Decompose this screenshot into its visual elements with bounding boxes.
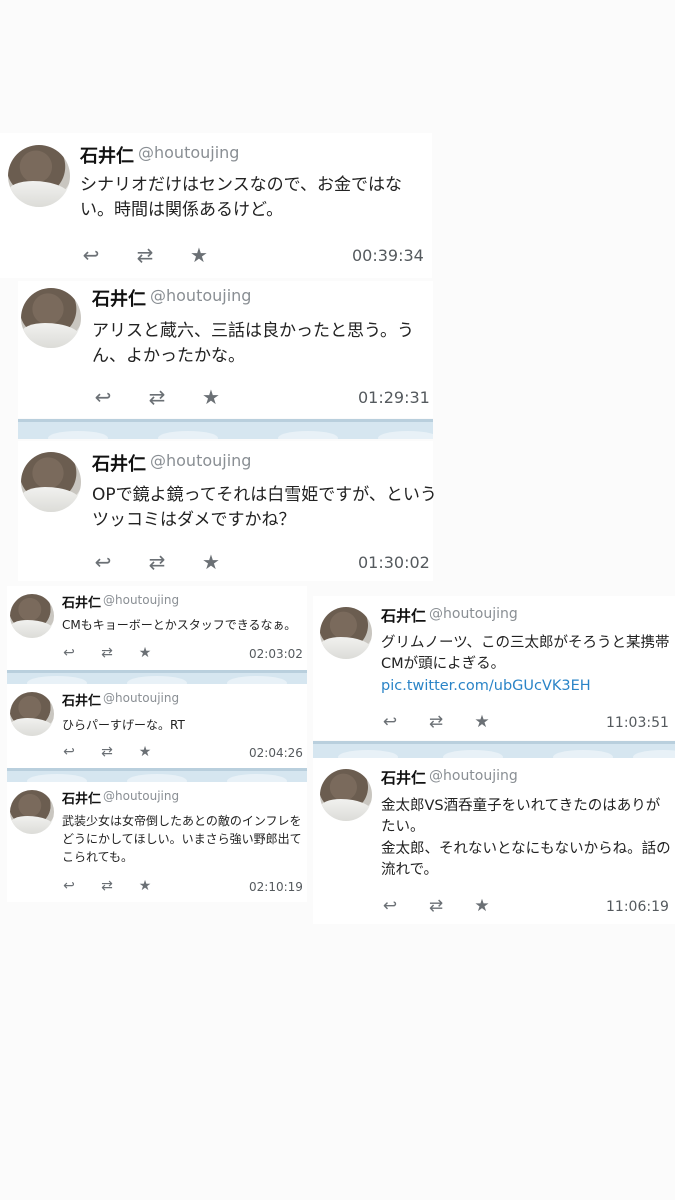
tweet-time: 02:04:26 bbox=[249, 746, 303, 760]
tweet-time: 02:10:19 bbox=[249, 880, 303, 894]
retweet-icon[interactable]: ⇄ bbox=[425, 896, 447, 916]
tweet-time: 11:06:19 bbox=[606, 899, 669, 915]
reply-icon[interactable]: ↩ bbox=[60, 744, 78, 760]
tweet-text: 武装少女は女帝倒したあとの敵のインフレをどうにかしてほしい。いまさら強い野郎出て… bbox=[62, 814, 302, 864]
tweet-actions: ↩ ⇄ ★ bbox=[90, 385, 224, 409]
user-handle[interactable]: @houtoujing bbox=[150, 451, 251, 470]
tweet-actions: ↩ ⇄ ★ bbox=[379, 896, 493, 916]
reply-icon[interactable]: ↩ bbox=[90, 385, 116, 409]
user-name[interactable]: 石井仁 bbox=[381, 767, 426, 788]
user-handle[interactable]: @houtoujing bbox=[150, 286, 251, 305]
user-name[interactable]: 石井仁 bbox=[381, 605, 426, 626]
user-name[interactable]: 石井仁 bbox=[92, 285, 146, 311]
star-icon[interactable]: ★ bbox=[136, 645, 154, 661]
reply-icon[interactable]: ↩ bbox=[60, 645, 78, 661]
star-icon[interactable]: ★ bbox=[471, 896, 493, 916]
tweet-card: 石井仁 @houtoujing CMもキョーボーとかスタッフできるなぁ。 ↩ ⇄… bbox=[7, 586, 307, 670]
tweet-text: OPで鏡よ鏡ってそれは白雪姫ですが、というツッコミはダメですかね？ bbox=[92, 485, 437, 531]
star-icon[interactable]: ★ bbox=[471, 712, 493, 732]
reply-icon[interactable]: ↩ bbox=[60, 878, 78, 894]
retweet-icon[interactable]: ⇄ bbox=[425, 712, 447, 732]
tweet-card: 石井仁 @houtoujing シナリオだけはセンスなので、お金ではない。時間は… bbox=[0, 133, 432, 278]
tweet-card: 石井仁 @houtoujing グリムノーツ、この三太郎がそろうと某携帯CMが頭… bbox=[313, 596, 675, 740]
user-handle[interactable]: @houtoujing bbox=[103, 593, 179, 607]
avatar[interactable] bbox=[320, 607, 372, 659]
user-handle[interactable]: @houtoujing bbox=[429, 606, 518, 622]
user-handle[interactable]: @houtoujing bbox=[429, 768, 518, 784]
tweet-time: 02:03:02 bbox=[249, 647, 303, 661]
timeline-separator bbox=[7, 768, 307, 782]
tweet-body: 金太郎VS酒呑童子をいれてきたのはありがたい。 bbox=[381, 798, 661, 836]
tweet-time: 01:30:02 bbox=[358, 553, 430, 572]
star-icon[interactable]: ★ bbox=[198, 550, 224, 574]
retweet-icon[interactable]: ⇄ bbox=[98, 645, 116, 661]
tweet-text: CMもキョーボーとかスタッフできるなぁ。 bbox=[62, 618, 297, 632]
avatar[interactable] bbox=[10, 692, 54, 736]
star-icon[interactable]: ★ bbox=[136, 744, 154, 760]
tweet-text: グリムノーツ、この三太郎がそろうと某携帯CMが頭によぎる。 pic.twitte… bbox=[381, 633, 671, 697]
retweet-icon[interactable]: ⇄ bbox=[144, 550, 170, 574]
tweet-text: 金太郎VS酒呑童子をいれてきたのはありがたい。 金太郎、それないとなにもないから… bbox=[381, 796, 673, 882]
avatar[interactable] bbox=[10, 594, 54, 638]
reply-icon[interactable]: ↩ bbox=[78, 243, 104, 267]
avatar[interactable] bbox=[10, 790, 54, 834]
timeline-separator bbox=[313, 741, 675, 758]
tweet-actions: ↩ ⇄ ★ bbox=[60, 878, 154, 894]
tweet-card: 石井仁 @houtoujing アリスと蔵六、三話は良かったと思う。うん、よかっ… bbox=[18, 281, 433, 418]
tweet-card: 石井仁 @houtoujing OPで鏡よ鏡ってそれは白雪姫ですが、というツッコ… bbox=[18, 441, 437, 581]
reply-icon[interactable]: ↩ bbox=[379, 896, 401, 916]
user-name[interactable]: 石井仁 bbox=[62, 690, 101, 709]
retweet-icon[interactable]: ⇄ bbox=[144, 385, 170, 409]
user-handle[interactable]: @houtoujing bbox=[103, 789, 179, 803]
tweet-actions: ↩ ⇄ ★ bbox=[60, 645, 154, 661]
reply-icon[interactable]: ↩ bbox=[379, 712, 401, 732]
tweet-link[interactable]: pic.twitter.com/ubGUcVK3EH bbox=[381, 678, 591, 694]
user-name[interactable]: 石井仁 bbox=[92, 450, 146, 476]
timeline-separator bbox=[7, 670, 307, 684]
avatar[interactable] bbox=[320, 769, 372, 821]
tweet-text: シナリオだけはセンスなので、お金ではない。時間は関係あるけど。 bbox=[80, 175, 402, 221]
star-icon[interactable]: ★ bbox=[198, 385, 224, 409]
retweet-icon[interactable]: ⇄ bbox=[132, 243, 158, 267]
tweet-card: 石井仁 @houtoujing ひらパーすげーな。RT ↩ ⇄ ★ 02:04:… bbox=[7, 684, 307, 768]
tweet-body-line2: 金太郎、それないとなにもないからね。話の流れで。 bbox=[381, 840, 671, 879]
star-icon[interactable]: ★ bbox=[136, 878, 154, 894]
tweet-card: 石井仁 @houtoujing 武装少女は女帝倒したあとの敵のインフレをどうにか… bbox=[7, 782, 307, 902]
retweet-icon[interactable]: ⇄ bbox=[98, 878, 116, 894]
user-name[interactable]: 石井仁 bbox=[62, 788, 101, 807]
tweet-text: ひらパーすげーな。RT bbox=[62, 718, 185, 732]
tweet-time: 11:03:51 bbox=[606, 715, 669, 731]
star-icon[interactable]: ★ bbox=[186, 243, 212, 267]
reply-icon[interactable]: ↩ bbox=[90, 550, 116, 574]
avatar[interactable] bbox=[8, 145, 70, 207]
user-handle[interactable]: @houtoujing bbox=[138, 143, 239, 162]
tweet-time: 00:39:34 bbox=[352, 246, 424, 265]
user-name[interactable]: 石井仁 bbox=[62, 592, 101, 611]
tweet-actions: ↩ ⇄ ★ bbox=[60, 744, 154, 760]
user-name[interactable]: 石井仁 bbox=[80, 142, 134, 168]
tweet-body: グリムノーツ、この三太郎がそろうと某携帯CMが頭によぎる。 bbox=[381, 635, 670, 673]
avatar[interactable] bbox=[21, 288, 81, 348]
tweet-actions: ↩ ⇄ ★ bbox=[90, 550, 224, 574]
timeline-separator bbox=[18, 419, 433, 439]
retweet-icon[interactable]: ⇄ bbox=[98, 744, 116, 760]
tweet-actions: ↩ ⇄ ★ bbox=[379, 712, 493, 732]
tweet-text: アリスと蔵六、三話は良かったと思う。うん、よかったかな。 bbox=[92, 321, 414, 367]
avatar[interactable] bbox=[21, 452, 81, 512]
tweet-card: 石井仁 @houtoujing 金太郎VS酒呑童子をいれてきたのはありがたい。 … bbox=[313, 758, 675, 924]
tweet-time: 01:29:31 bbox=[358, 388, 430, 407]
tweet-actions: ↩ ⇄ ★ bbox=[78, 243, 212, 267]
user-handle[interactable]: @houtoujing bbox=[103, 691, 179, 705]
